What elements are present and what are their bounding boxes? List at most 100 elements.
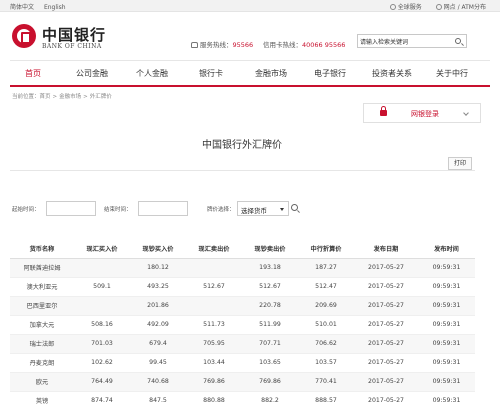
table-cell: 769.86 [242,372,298,392]
table-cell: 99.45 [130,353,186,373]
table-cell: 103.57 [298,353,354,373]
network-atm-label: 网点 / ATM分布 [443,4,486,11]
column-header-cash-buy: 现钞买入价 [130,240,186,259]
network-atm-link[interactable]: 网点 / ATM分布 [435,4,486,11]
site-search-box [357,34,467,48]
table-cell: 09:59:31 [418,391,475,405]
table-cell: 丹麦克朗 [10,353,74,373]
breadcrumb: 当前位置：首页 > 金融市场 > 外汇牌价 [12,92,112,100]
breadcrumb-prefix: 当前位置： [12,94,40,100]
table-cell [186,258,242,278]
nav-item-home[interactable]: 首页 [25,68,41,79]
table-cell: 澳大利亚元 [10,277,74,297]
breadcrumb-home-link[interactable]: 首页 [40,94,51,100]
table-cell: 510.01 [298,315,354,335]
table-cell: 09:59:31 [418,258,475,278]
bank-logo-icon [12,24,36,48]
table-row: 欧元 764.49 740.68 769.86 769.86 770.41 20… [10,372,475,392]
nav-item-e-banking[interactable]: 电子银行 [314,68,346,79]
table-cell: 512.67 [242,277,298,297]
start-date-input[interactable] [46,201,96,216]
table-cell: 511.73 [186,315,242,335]
table-row: 加拿大元 508.16 492.09 511.73 511.99 510.01 … [10,315,475,335]
column-header-publish-time: 发布时间 [418,240,475,259]
table-cell: 102.62 [74,353,130,373]
table-cell: 09:59:31 [418,334,475,354]
search-icon[interactable] [455,38,461,44]
table-cell: 679.4 [130,334,186,354]
table-cell: 英镑 [10,391,74,405]
table-cell: 加拿大元 [10,315,74,335]
table-cell: 880.88 [186,391,242,405]
table-row: 巴西里亚尔 201.86 220.78 209.69 2017-05-27 09… [10,296,475,316]
end-date-label: 结束时间： [104,207,132,213]
nav-item-bank-card[interactable]: 银行卡 [199,68,223,79]
table-cell: 705.95 [186,334,242,354]
table-cell: 512.47 [298,277,354,297]
table-cell: 493.25 [130,277,186,297]
service-hotline-number: 95566 [232,41,254,49]
table-cell: 508.16 [74,315,130,335]
table-header-row: 货币名称 现汇买入价 现钞买入价 现汇卖出价 现钞卖出价 中行折算价 发布日期 … [10,240,475,259]
table-cell: 巴西里亚尔 [10,296,74,316]
lang-english-link[interactable]: English [44,4,66,11]
lock-icon [380,106,387,116]
table-cell: 09:59:31 [418,315,475,335]
end-date-input[interactable] [138,201,188,216]
breadcrumb-financial-markets-link[interactable]: 金融市场 [59,94,81,100]
nav-item-corporate-banking[interactable]: 公司金融 [76,68,108,79]
table-cell: 769.86 [186,372,242,392]
search-input[interactable] [360,36,448,46]
table-cell: 瑞士法郎 [10,334,74,354]
table-cell: 701.03 [74,334,130,354]
nav-item-financial-markets[interactable]: 金融市场 [255,68,287,79]
table-cell: 512.67 [186,277,242,297]
search-icon[interactable] [291,204,298,211]
filter-bar: 起始时间： 结束时间： 牌价选择： 选择货币 [0,201,500,217]
table-cell: 740.68 [130,372,186,392]
global-service-link[interactable]: 全球服务 [389,4,422,11]
online-banking-login-button[interactable]: 网银登录 [363,103,481,123]
lang-simplified-chinese-link[interactable]: 简体中文 [10,4,34,11]
print-button[interactable]: 打印 [448,157,472,170]
table-cell: 2017-05-27 [354,315,418,335]
bank-name-english: BANK OF CHINA [42,43,102,50]
location-pin-icon [435,4,442,10]
table-cell: 09:59:31 [418,296,475,316]
table-cell: 2017-05-27 [354,296,418,316]
table-cell: 2017-05-27 [354,391,418,405]
column-header-spot-buy: 现汇买入价 [74,240,130,259]
nav-item-investor-relations[interactable]: 投资者关系 [372,68,412,79]
table-cell: 707.71 [242,334,298,354]
table-cell: 882.2 [242,391,298,405]
table-cell: 847.5 [130,391,186,405]
divider [10,170,475,171]
table-cell [74,296,130,316]
currency-select-value: 选择货币 [241,207,267,215]
currency-select[interactable]: 选择货币 [237,201,289,216]
start-date-label: 起始时间： [12,207,40,213]
table-cell: 欧元 [10,372,74,392]
table-cell: 201.86 [130,296,186,316]
nav-item-personal-banking[interactable]: 个人金融 [136,68,168,79]
breadcrumb-separator: > [52,94,58,100]
table-row: 瑞士法郎 701.03 679.4 705.95 707.71 706.62 2… [10,334,475,354]
table-cell: 103.65 [242,353,298,373]
nav-item-about-boc[interactable]: 关于中行 [436,68,468,79]
table-cell: 509.1 [74,277,130,297]
page-title: 中国银行外汇牌价 [202,140,282,151]
service-hotline: 服务热线：95566 [191,39,253,49]
table-cell: 2017-05-27 [354,334,418,354]
table-row: 澳大利亚元 509.1 493.25 512.67 512.67 512.47 … [10,277,475,297]
table-cell: 220.78 [242,296,298,316]
currency-select-label: 牌价选择： [207,207,235,213]
table-row: 丹麦克朗 102.62 99.45 103.44 103.65 103.57 2… [10,353,475,373]
table-cell [186,296,242,316]
table-cell: 09:59:31 [418,277,475,297]
table-cell: 103.44 [186,353,242,373]
table-cell: 511.99 [242,315,298,335]
globe-icon [389,4,396,10]
column-header-cash-sell: 现钞卖出价 [242,240,298,259]
table-cell: 706.62 [298,334,354,354]
table-cell: 492.09 [130,315,186,335]
